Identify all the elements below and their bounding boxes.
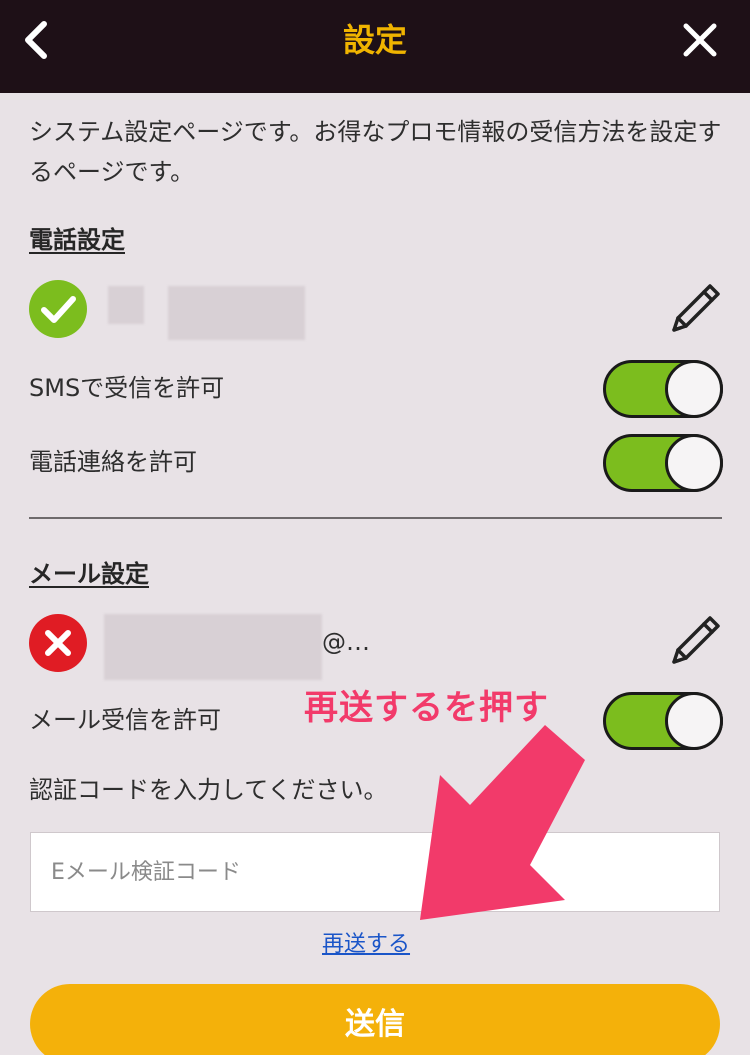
submit-button[interactable]: 送信	[30, 984, 720, 1055]
close-button[interactable]	[680, 20, 720, 60]
arrow-down-left-icon	[420, 725, 585, 920]
call-permission-toggle[interactable]	[603, 434, 723, 492]
page-title: 設定	[342, 21, 407, 59]
email-suffix: @…	[322, 628, 370, 656]
pencil-icon[interactable]	[664, 280, 724, 340]
phone-section-title: 電話設定	[29, 226, 125, 254]
pencil-icon[interactable]	[664, 612, 724, 672]
redacted-phone-number	[108, 286, 144, 324]
call-permission-label: 電話連絡を許可	[29, 448, 197, 476]
redacted-email-address	[104, 614, 322, 680]
check-circle-icon	[29, 280, 87, 338]
header-bar: 設定	[0, 0, 750, 93]
error-circle-icon	[29, 614, 87, 672]
annotation-text: 再送するを押す	[304, 688, 549, 728]
sms-permission-label: SMSで受信を許可	[29, 374, 225, 402]
sms-permission-toggle[interactable]	[603, 360, 723, 418]
code-prompt: 認証コードを入力してください。	[29, 776, 388, 804]
mail-permission-label: メール受信を許可	[29, 706, 221, 734]
close-icon	[683, 23, 717, 57]
intro-text: システム設定ページです。お得なプロモ情報の受信方法を設定するページです。	[29, 118, 722, 186]
section-divider	[29, 517, 722, 519]
toggle-knob	[665, 692, 723, 750]
email-verification-code-input[interactable]	[30, 832, 720, 912]
redacted-phone-number	[168, 286, 305, 340]
toggle-knob	[665, 360, 723, 418]
mail-permission-toggle[interactable]	[603, 692, 723, 750]
toggle-knob	[665, 434, 723, 492]
resend-link[interactable]: 再送する	[322, 926, 410, 958]
mail-section-title: メール設定	[29, 560, 149, 588]
